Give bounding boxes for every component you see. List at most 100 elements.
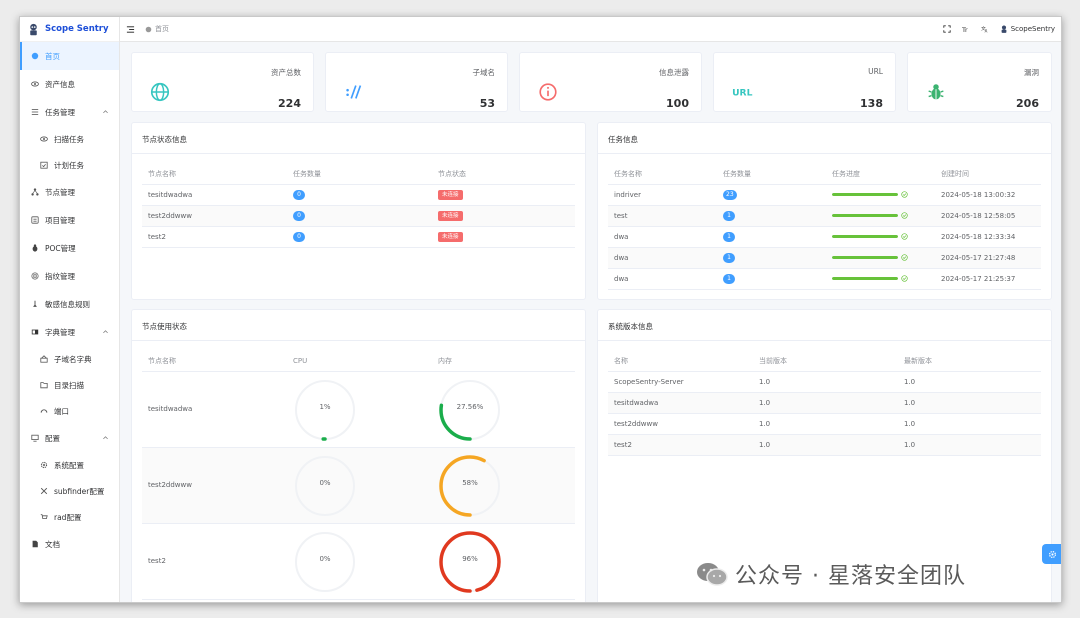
column-header[interactable]: 节点名称	[142, 164, 287, 185]
stat-label: 信息泄露	[659, 68, 689, 77]
fingerprint-icon	[31, 272, 39, 280]
sidebar-item-assets[interactable]: 资产信息	[20, 70, 119, 98]
stat-label: URL	[868, 67, 883, 76]
sidebar-item-fingerprint-management[interactable]: 指纹管理	[20, 262, 119, 290]
svg-text:A: A	[984, 29, 987, 33]
stat-card-subdomains[interactable]: 子域名 53	[325, 52, 508, 112]
stat-card-info-leak[interactable]: 信息泄露 100	[519, 52, 702, 112]
sidebar-item-port[interactable]: 端口	[20, 398, 119, 424]
task-name: test	[608, 205, 717, 227]
column-header[interactable]: 任务名称	[608, 164, 717, 185]
table-row[interactable]: dwa 1 2024-05-18 12:33:34	[608, 226, 1041, 248]
sidebar: Scope Sentry 首页 资产信息 任务管理 扫描任务 计划任务 节点管理…	[20, 17, 120, 602]
sidebar-item-label: 目录扫描	[54, 380, 84, 390]
column-header[interactable]: 任务数量	[287, 164, 432, 185]
list-icon	[31, 108, 39, 116]
column-header[interactable]: 任务数量	[717, 164, 826, 185]
eye-icon	[31, 80, 39, 88]
breadcrumb-item[interactable]: 首页	[155, 24, 169, 34]
sidebar-item-task-management[interactable]: 任务管理	[20, 98, 119, 126]
created-time: 2024-05-17 21:25:37	[935, 268, 1041, 290]
sidebar-item-home[interactable]: 首页	[20, 42, 119, 70]
table-row[interactable]: ScopeSentry-Server 1.0 1.0	[608, 371, 1041, 393]
column-header[interactable]: 最新版本	[898, 351, 1041, 372]
memory-percent: 96%	[462, 554, 478, 563]
table-row[interactable]: dwa 1 2024-05-17 21:27:48	[608, 247, 1041, 269]
sidebar-item-directory-scan[interactable]: 目录扫描	[20, 372, 119, 398]
node-name: test2	[142, 226, 287, 248]
memory-percent: 58%	[462, 478, 478, 487]
column-header[interactable]: 内存	[432, 351, 575, 372]
translate-icon[interactable]: 文A	[981, 25, 989, 33]
column-header[interactable]: 当前版本	[753, 351, 898, 372]
sidebar-item-sensitive-info-rules[interactable]: 敏感信息规则	[20, 290, 119, 318]
sidebar-item-subfinder-config[interactable]: subfinder配置	[20, 478, 119, 504]
table-row[interactable]: test2ddwww 0% 58%	[142, 447, 575, 524]
status-badge: 未连接	[438, 189, 463, 200]
sidebar-item-system-config[interactable]: 系统配置	[20, 452, 119, 478]
subdomain-icon	[346, 85, 362, 99]
sidebar-item-label: 敏感信息规则	[45, 299, 90, 309]
created-time: 2024-05-18 12:33:34	[935, 226, 1041, 248]
version-table: 名称 当前版本 最新版本 ScopeSentry-Server 1.0 1.0 …	[608, 351, 1041, 456]
column-header[interactable]: 节点名称	[142, 351, 287, 372]
brand[interactable]: Scope Sentry	[20, 17, 119, 42]
task-count-badge: 1	[723, 210, 735, 221]
sidebar-item-documents[interactable]: 文档	[20, 530, 119, 558]
task-count-badge: 1	[723, 252, 735, 263]
table-row[interactable]: tesitdwadwa 1% 27.56%	[142, 371, 575, 448]
table-row[interactable]: test2 0% 96%	[142, 523, 575, 600]
table-row[interactable]: test2 0 未连接	[142, 226, 575, 248]
column-header[interactable]: 创建时间	[935, 164, 1041, 185]
sidebar-item-dictionary-management[interactable]: 字典管理	[20, 318, 119, 346]
chevron-up-icon	[103, 330, 108, 334]
sidebar-item-rad-config[interactable]: rad配置	[20, 504, 119, 530]
progress-fill	[832, 277, 898, 280]
node-name: test2	[142, 523, 287, 600]
table-row[interactable]: test2ddwww 1.0 1.0	[608, 413, 1041, 435]
settings-float-button[interactable]	[1042, 544, 1061, 564]
column-header[interactable]: 名称	[608, 351, 753, 372]
table-row[interactable]: tesitdwadwa 1.0 1.0	[608, 392, 1041, 414]
sidebar-item-configuration[interactable]: 配置	[20, 424, 119, 452]
stat-card-vulnerabilities[interactable]: 漏洞 206	[907, 52, 1052, 112]
table-row[interactable]: test2 1.0 1.0	[608, 434, 1041, 456]
memory-gauge-cell: 27.56%	[438, 372, 575, 447]
memory-gauge-cell: 58%	[438, 448, 575, 523]
check-circle-icon	[901, 254, 908, 261]
column-header[interactable]: 节点状态	[432, 164, 575, 185]
sidebar-item-label: 指纹管理	[45, 271, 75, 281]
sidebar-item-scheduled-task[interactable]: 计划任务	[20, 152, 119, 178]
chevron-up-icon	[103, 110, 108, 114]
table-row[interactable]: indriver 23 2024-05-18 13:00:32	[608, 184, 1041, 206]
column-header[interactable]: 任务进度	[826, 164, 935, 185]
node-usage-panel: 节点使用状态 节点名称 CPU 内存 tesitdwadwa 1% 27.56% te…	[131, 309, 586, 602]
info-circle-icon	[539, 83, 557, 101]
task-count-badge: 0	[293, 189, 305, 200]
font-size-icon[interactable]: Tr	[962, 25, 970, 33]
table-row[interactable]: tesitdwadwa 0 未连接	[142, 184, 575, 206]
status-badge: 未连接	[438, 231, 463, 242]
sidebar-item-label: 端口	[54, 406, 69, 416]
task-count-badge: 1	[723, 273, 735, 284]
table-row[interactable]: test 1 2024-05-18 12:58:05	[608, 205, 1041, 227]
user-menu[interactable]: ScopeSentry	[1000, 25, 1055, 33]
fullscreen-icon[interactable]	[943, 25, 951, 33]
eye-icon	[40, 135, 48, 143]
stat-card-url[interactable]: URL URL 138	[713, 52, 896, 112]
status-badge: 未连接	[438, 210, 463, 221]
dictionary-icon	[31, 328, 39, 336]
sidebar-item-project-management[interactable]: 项目管理	[20, 206, 119, 234]
column-header[interactable]: CPU	[287, 351, 432, 372]
table-row[interactable]: test2ddwww 0 未连接	[142, 205, 575, 227]
subdomain-dict-icon	[40, 355, 48, 363]
sidebar-item-node-management[interactable]: 节点管理	[20, 178, 119, 206]
sidebar-item-scan-task[interactable]: 扫描任务	[20, 126, 119, 152]
sidebar-item-poc-management[interactable]: POC管理	[20, 234, 119, 262]
sidebar-item-subdomain-dictionary[interactable]: 子域名字典	[20, 346, 119, 372]
stat-value: 206	[1016, 97, 1039, 110]
menu-collapse-icon[interactable]	[126, 25, 135, 34]
table-row[interactable]: dwa 1 2024-05-17 21:25:37	[608, 268, 1041, 290]
created-time: 2024-05-18 12:58:05	[935, 205, 1041, 227]
stat-card-assets[interactable]: 资产总数 224	[131, 52, 314, 112]
